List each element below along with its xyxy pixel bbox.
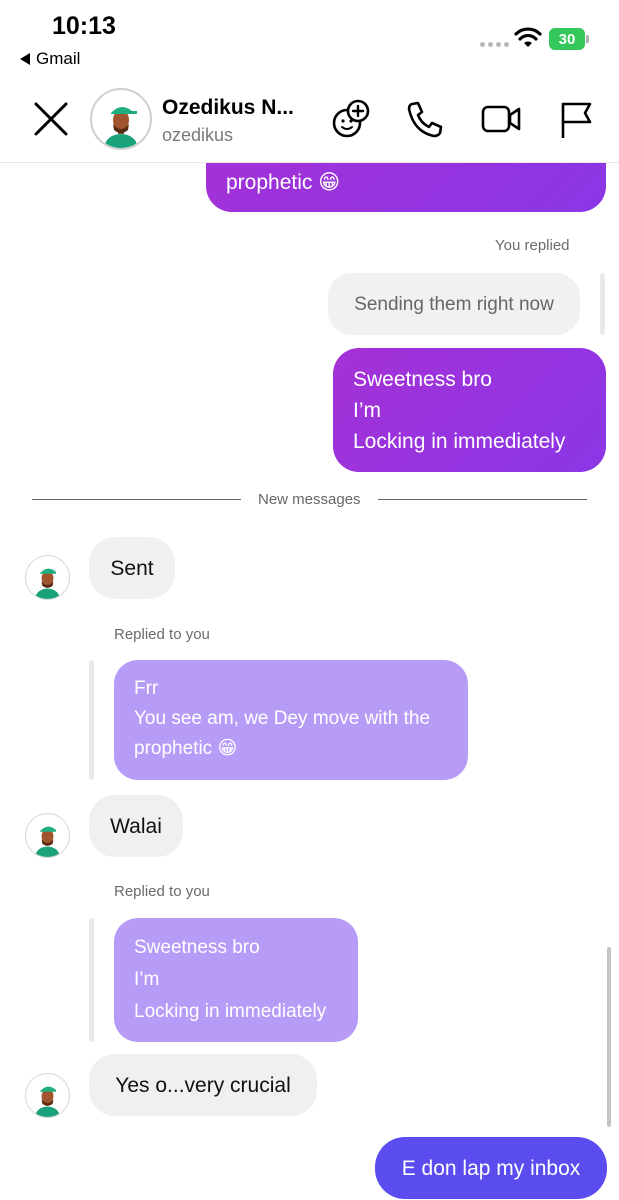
divider-line [378,499,587,500]
message-line: I’m [353,399,381,422]
scrollbar[interactable] [607,947,611,1127]
add-friend-icon[interactable] [330,98,372,140]
sender-avatar[interactable] [25,813,70,858]
quote-line: You see am, we Dey move with the [134,708,431,729]
reply-indicator-bar [89,918,94,1042]
message-text: Sent [110,556,154,580]
quote-line: Sweetness bro [134,937,260,958]
battery-level: 30 [558,30,576,48]
contact-avatar[interactable] [90,88,152,150]
close-icon[interactable] [30,98,72,140]
message-text: Walai [110,814,162,838]
outgoing-message-bubble[interactable]: Sweetness bro I’m Locking in immediately [333,348,606,472]
phone-icon[interactable] [404,98,446,140]
quote-line: Locking in immediately [134,1001,327,1022]
quoted-message-bubble[interactable]: Frr You see am, we Dey move with the pro… [114,660,468,780]
back-to-app-link[interactable]: Gmail [20,49,80,69]
contact-handle[interactable]: ozedikus [162,125,233,146]
quote-line: prophetic 😁 [134,738,238,759]
you-replied-label: You replied [495,237,570,254]
message-list[interactable]: prophetic 😁 You replied Sending them rig… [0,163,619,1200]
contact-name[interactable]: Ozedikus N... [162,96,294,120]
new-messages-divider: New messages [258,491,361,508]
sender-avatar[interactable] [25,555,70,600]
replied-to-message-preview[interactable]: Sending them right now [328,273,580,335]
outgoing-message-bubble[interactable]: E don lap my inbox [375,1137,607,1199]
message-text: E don lap my inbox [401,1156,581,1180]
reply-indicator-bar [600,273,605,335]
message-line: Locking in immediately [353,430,566,453]
message-text: prophetic 😁 [226,171,341,194]
message-line: Sweetness bro [353,368,492,391]
cellular-signal-icon [480,42,509,47]
replied-to-you-label: Replied to you [114,626,210,643]
incoming-message-bubble[interactable]: Sent [89,537,175,599]
replied-to-you-label: Replied to you [114,883,210,900]
flag-icon[interactable] [556,98,598,140]
status-bar: 10:13 Gmail 30 [0,0,619,80]
outgoing-message-bubble[interactable]: prophetic 😁 [206,163,606,212]
reply-indicator-bar [89,660,94,780]
battery-icon: 30 [549,28,589,50]
message-text: Yes o...very crucial [115,1073,291,1097]
incoming-message-bubble[interactable]: Walai [89,795,183,857]
back-app-label: Gmail [36,49,81,68]
quote-line: Frr [134,678,159,699]
sender-avatar[interactable] [25,1073,70,1118]
clock: 10:13 [52,12,116,40]
back-arrow-icon [20,53,30,65]
chat-header: Ozedikus N... ozedikus [0,80,619,163]
divider-line [32,499,241,500]
replied-preview-text: Sending them right now [354,293,554,315]
video-icon[interactable] [480,98,522,140]
wifi-icon [514,27,542,47]
quote-line: I’m [134,969,160,990]
incoming-message-bubble[interactable]: Yes o...very crucial [89,1054,317,1116]
quoted-message-bubble[interactable]: Sweetness bro I’m Locking in immediately [114,918,358,1042]
